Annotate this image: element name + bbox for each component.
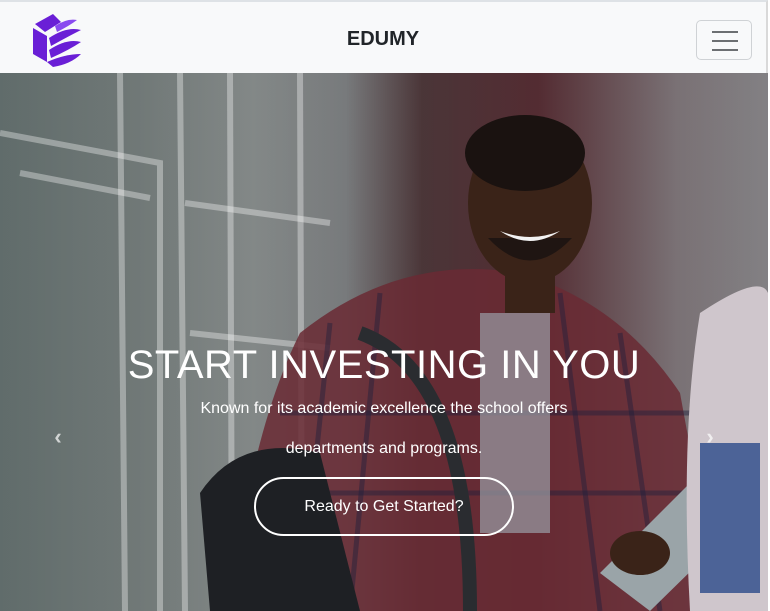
hero-carousel: ‹ › START INVESTING IN YOU Known for its… xyxy=(0,73,768,611)
get-started-button[interactable]: Ready to Get Started? xyxy=(254,477,514,536)
brand-text: EDUMY xyxy=(346,28,420,50)
hero-subtitle-line-2: departments and programs. xyxy=(285,440,483,457)
hero-subtitle-line-1: Known for its academic excellence the sc… xyxy=(200,400,568,417)
brand-title[interactable]: EDUMY xyxy=(0,28,766,51)
navbar-toggle-button[interactable] xyxy=(696,20,752,60)
hero-headline: START INVESTING IN YOU xyxy=(127,343,641,387)
navbar: EDUMY xyxy=(0,0,768,73)
